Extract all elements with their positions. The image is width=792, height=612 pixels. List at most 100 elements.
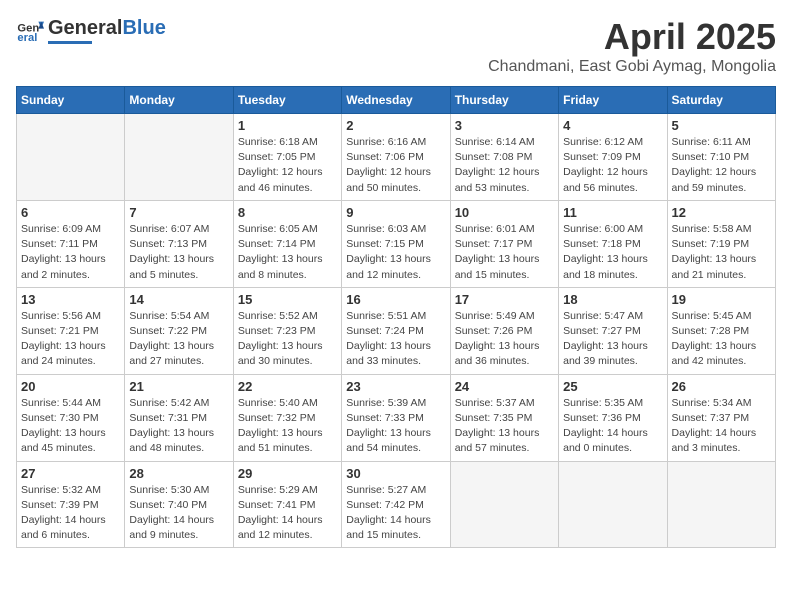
logo-icon: Gen eral [16,16,44,44]
day-detail: Sunrise: 5:56 AM Sunset: 7:21 PM Dayligh… [21,309,120,370]
weekday-header: Thursday [450,87,558,114]
calendar-week-row: 6 Sunrise: 6:09 AM Sunset: 7:11 PM Daylig… [17,200,776,287]
day-number: 24 [455,379,554,394]
calendar-cell: 14 Sunrise: 5:54 AM Sunset: 7:22 PM Dayli… [125,287,233,374]
day-detail: Sunrise: 6:03 AM Sunset: 7:15 PM Dayligh… [346,222,445,283]
calendar-cell: 22 Sunrise: 5:40 AM Sunset: 7:32 PM Dayli… [233,374,341,461]
day-number: 28 [129,466,228,481]
logo-text-block: General Blue [48,17,166,44]
day-detail: Sunrise: 5:30 AM Sunset: 7:40 PM Dayligh… [129,483,228,544]
calendar-cell: 2 Sunrise: 6:16 AM Sunset: 7:06 PM Daylig… [342,114,450,201]
day-number: 18 [563,292,662,307]
svg-text:eral: eral [17,32,37,44]
calendar-cell: 15 Sunrise: 5:52 AM Sunset: 7:23 PM Dayli… [233,287,341,374]
calendar-cell: 19 Sunrise: 5:45 AM Sunset: 7:28 PM Dayli… [667,287,775,374]
calendar-cell: 12 Sunrise: 5:58 AM Sunset: 7:19 PM Dayli… [667,200,775,287]
day-detail: Sunrise: 6:14 AM Sunset: 7:08 PM Dayligh… [455,135,554,196]
logo-general: General [48,17,122,40]
day-detail: Sunrise: 5:54 AM Sunset: 7:22 PM Dayligh… [129,309,228,370]
day-detail: Sunrise: 6:05 AM Sunset: 7:14 PM Dayligh… [238,222,337,283]
calendar-cell: 3 Sunrise: 6:14 AM Sunset: 7:08 PM Daylig… [450,114,558,201]
calendar-cell [559,461,667,548]
day-detail: Sunrise: 5:52 AM Sunset: 7:23 PM Dayligh… [238,309,337,370]
calendar-cell: 11 Sunrise: 6:00 AM Sunset: 7:18 PM Dayli… [559,200,667,287]
day-detail: Sunrise: 6:00 AM Sunset: 7:18 PM Dayligh… [563,222,662,283]
calendar-week-row: 20Sunrise: 5:44 AM Sunset: 7:30 PM Dayli… [17,374,776,461]
day-detail: Sunrise: 5:29 AM Sunset: 7:41 PM Dayligh… [238,483,337,544]
logo: Gen eral General Blue [16,16,166,44]
day-detail: Sunrise: 5:34 AM Sunset: 7:37 PM Dayligh… [672,396,771,457]
calendar-cell [125,114,233,201]
calendar-week-row: 13 Sunrise: 5:56 AM Sunset: 7:21 PM Dayli… [17,287,776,374]
calendar-table: SundayMondayTuesdayWednesdayThursdayFrid… [16,86,776,548]
weekday-header: Friday [559,87,667,114]
day-number: 6 [21,205,120,220]
page-title: April 2025 [488,16,776,58]
day-detail: Sunrise: 6:16 AM Sunset: 7:06 PM Dayligh… [346,135,445,196]
day-number: 1 [238,118,337,133]
day-detail: Sunrise: 6:09 AM Sunset: 7:11 PM Dayligh… [21,222,120,283]
weekday-header: Saturday [667,87,775,114]
calendar-cell: 21 Sunrise: 5:42 AM Sunset: 7:31 PM Dayli… [125,374,233,461]
calendar-cell: 18 Sunrise: 5:47 AM Sunset: 7:27 PM Dayli… [559,287,667,374]
calendar-cell: 8 Sunrise: 6:05 AM Sunset: 7:14 PM Daylig… [233,200,341,287]
calendar-cell: 17Sunrise: 5:49 AM Sunset: 7:26 PM Dayli… [450,287,558,374]
calendar-cell: 13 Sunrise: 5:56 AM Sunset: 7:21 PM Dayli… [17,287,125,374]
day-detail: Sunrise: 5:35 AM Sunset: 7:36 PM Dayligh… [563,396,662,457]
day-number: 13 [21,292,120,307]
weekday-header: Sunday [17,87,125,114]
calendar-cell: 10 Sunrise: 6:01 AM Sunset: 7:17 PM Dayli… [450,200,558,287]
day-detail: Sunrise: 5:47 AM Sunset: 7:27 PM Dayligh… [563,309,662,370]
day-number: 8 [238,205,337,220]
calendar-cell: 30Sunrise: 5:27 AM Sunset: 7:42 PM Dayli… [342,461,450,548]
day-detail: Sunrise: 6:01 AM Sunset: 7:17 PM Dayligh… [455,222,554,283]
day-number: 14 [129,292,228,307]
day-detail: Sunrise: 5:49 AM Sunset: 7:26 PM Dayligh… [455,309,554,370]
calendar-cell [667,461,775,548]
calendar-cell: 5Sunrise: 6:11 AM Sunset: 7:10 PM Daylig… [667,114,775,201]
day-number: 22 [238,379,337,394]
day-number: 19 [672,292,771,307]
calendar-cell: 20Sunrise: 5:44 AM Sunset: 7:30 PM Dayli… [17,374,125,461]
calendar-header-row: SundayMondayTuesdayWednesdayThursdayFrid… [17,87,776,114]
day-number: 11 [563,205,662,220]
calendar-cell: 26 Sunrise: 5:34 AM Sunset: 7:37 PM Dayli… [667,374,775,461]
day-number: 10 [455,205,554,220]
calendar-cell: 29Sunrise: 5:29 AM Sunset: 7:41 PM Dayli… [233,461,341,548]
calendar-cell: 28 Sunrise: 5:30 AM Sunset: 7:40 PM Dayli… [125,461,233,548]
day-detail: Sunrise: 5:42 AM Sunset: 7:31 PM Dayligh… [129,396,228,457]
day-detail: Sunrise: 5:40 AM Sunset: 7:32 PM Dayligh… [238,396,337,457]
day-number: 15 [238,292,337,307]
day-number: 5 [672,118,771,133]
calendar-cell: 4Sunrise: 6:12 AM Sunset: 7:09 PM Daylig… [559,114,667,201]
calendar-cell [17,114,125,201]
day-detail: Sunrise: 5:32 AM Sunset: 7:39 PM Dayligh… [21,483,120,544]
page-header: Gen eral General Blue April 2025 Chandma… [16,16,776,76]
weekday-header: Tuesday [233,87,341,114]
day-detail: Sunrise: 5:37 AM Sunset: 7:35 PM Dayligh… [455,396,554,457]
day-detail: Sunrise: 5:39 AM Sunset: 7:33 PM Dayligh… [346,396,445,457]
day-detail: Sunrise: 5:45 AM Sunset: 7:28 PM Dayligh… [672,309,771,370]
day-number: 3 [455,118,554,133]
weekday-header: Monday [125,87,233,114]
day-detail: Sunrise: 5:58 AM Sunset: 7:19 PM Dayligh… [672,222,771,283]
day-detail: Sunrise: 6:18 AM Sunset: 7:05 PM Dayligh… [238,135,337,196]
day-number: 7 [129,205,228,220]
day-detail: Sunrise: 5:51 AM Sunset: 7:24 PM Dayligh… [346,309,445,370]
calendar-cell: 25 Sunrise: 5:35 AM Sunset: 7:36 PM Dayli… [559,374,667,461]
day-number: 23 [346,379,445,394]
day-number: 12 [672,205,771,220]
day-number: 26 [672,379,771,394]
day-number: 2 [346,118,445,133]
day-detail: Sunrise: 5:27 AM Sunset: 7:42 PM Dayligh… [346,483,445,544]
day-detail: Sunrise: 6:07 AM Sunset: 7:13 PM Dayligh… [129,222,228,283]
calendar-week-row: 27 Sunrise: 5:32 AM Sunset: 7:39 PM Dayli… [17,461,776,548]
calendar-cell [450,461,558,548]
day-number: 27 [21,466,120,481]
day-number: 25 [563,379,662,394]
day-number: 16 [346,292,445,307]
page-subtitle: Chandmani, East Gobi Aymag, Mongolia [488,58,776,76]
day-number: 21 [129,379,228,394]
calendar-cell: 27 Sunrise: 5:32 AM Sunset: 7:39 PM Dayli… [17,461,125,548]
calendar-cell: 9Sunrise: 6:03 AM Sunset: 7:15 PM Daylig… [342,200,450,287]
